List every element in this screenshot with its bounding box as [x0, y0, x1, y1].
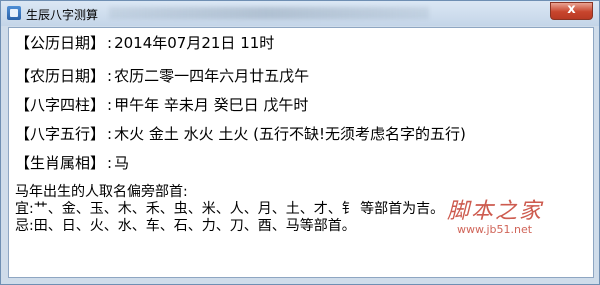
close-icon: x — [567, 2, 576, 17]
blurred-tab-strip — [109, 7, 429, 19]
five-elements-row: 【八字五行】: 木火 金土 水火 土火 (五行不缺!无须考虑名字的五行) — [15, 125, 466, 143]
solar-date-label: 【公历日期】 — [15, 34, 106, 52]
lunar-date-label: 【农历日期】 — [15, 67, 106, 85]
radicals-bad: 忌:田、日、火、水、车、石、力、刀、酉、马等部首。 — [15, 218, 356, 234]
app-icon — [7, 6, 21, 20]
solar-date-value: 2014年07月21日 11时 — [114, 34, 275, 52]
zodiac-label: 【生肖属相】 — [15, 154, 106, 172]
app-window: 生辰八字测算 x 【公历日期】:2014年07月21日 11时 【农历日期】: 农… — [0, 0, 600, 285]
four-pillars-value: 甲午年 辛未月 癸巳日 戊午时 — [114, 96, 309, 114]
five-elements-label: 【八字五行】 — [15, 125, 106, 143]
watermark: 脚本之家 www.jb51.net — [447, 193, 592, 253]
five-elements-value: 木火 金土 水火 土火 (五行不缺!无须考虑名字的五行) — [114, 125, 466, 143]
four-pillars-row: 【八字四柱】: 甲午年 辛未月 癸巳日 戊午时 — [15, 96, 309, 114]
lunar-date-value: 农历二零一四年六月廿五戊午 — [114, 67, 310, 85]
title-bar[interactable]: 生辰八字测算 x — [1, 1, 599, 26]
window-title: 生辰八字测算 — [26, 8, 99, 22]
four-pillars-label: 【八字四柱】 — [15, 96, 106, 114]
solar-date-row: 【公历日期】:2014年07月21日 11时 — [15, 34, 275, 52]
watermark-url: www.jb51.net — [457, 223, 533, 236]
zodiac-value: 马 — [114, 154, 130, 172]
close-button[interactable]: x — [550, 2, 593, 20]
watermark-brand: 脚本之家 — [447, 199, 544, 224]
zodiac-row: 【生肖属相】: 马 — [15, 154, 130, 172]
lunar-date-row: 【农历日期】: 农历二零一四年六月廿五戊午 — [15, 67, 310, 85]
